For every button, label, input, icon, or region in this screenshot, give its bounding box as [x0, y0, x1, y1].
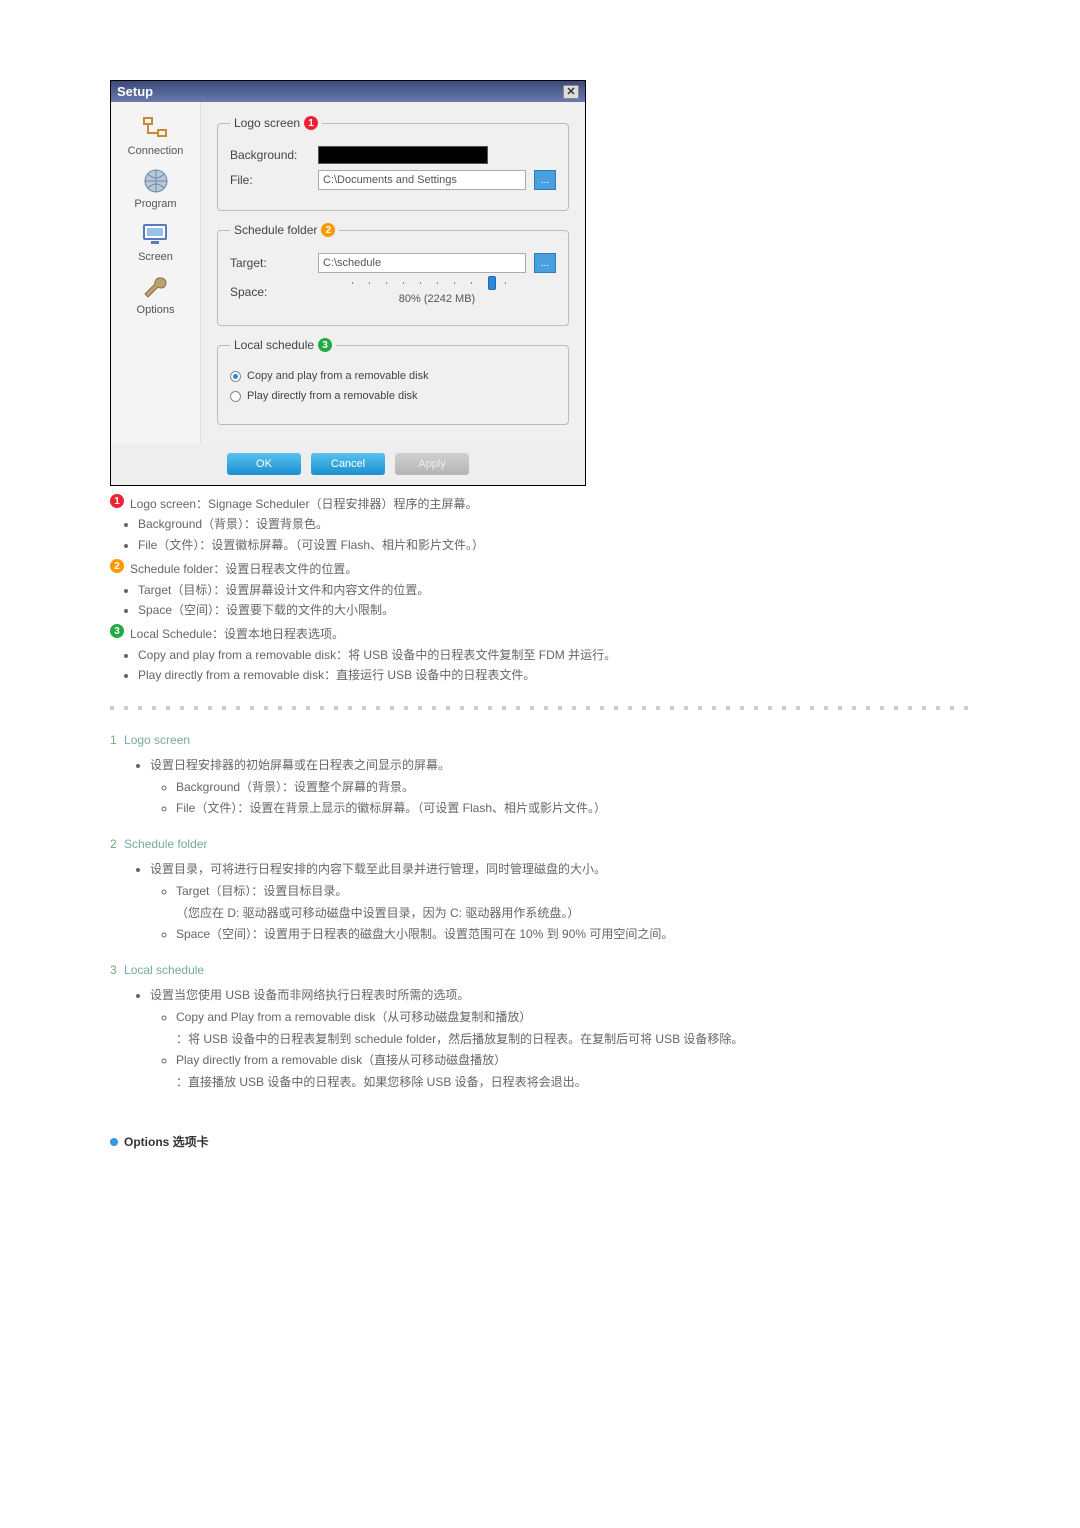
callout-1-icon: 1	[110, 494, 124, 508]
target-input[interactable]	[318, 253, 526, 273]
legend-label: Local schedule	[234, 338, 314, 352]
radio-icon	[230, 391, 241, 402]
detail-text: （您应在 D: 驱动器或可移动磁盘中设置目录，因为 C: 驱动器用作系统盘。）	[176, 906, 579, 920]
sidebar-item-label: Program	[134, 198, 176, 210]
cancel-button[interactable]: Cancel	[311, 453, 385, 475]
sidebar-item-connection[interactable]: Connection	[128, 114, 184, 157]
logo-screen-group: Logo screen 1 Background: File: ...	[217, 116, 569, 211]
note-text: Target（目标）：设置屏幕设计文件和内容文件的位置。	[138, 580, 970, 600]
apply-button[interactable]: Apply	[395, 453, 469, 475]
bullet-icon	[110, 1138, 118, 1146]
browse-button[interactable]: ...	[534, 170, 556, 190]
note-text: File（文件）：设置徽标屏幕。（可设置 Flash、相片和影片文件。）	[138, 535, 970, 555]
callout-3-icon: 3	[110, 624, 124, 638]
callout-2-icon: 2	[321, 223, 335, 237]
detail-text: Space（空间）：设置用于日程表的磁盘大小限制。设置范围可在 10% 到 90…	[176, 924, 970, 946]
radio-icon	[230, 371, 241, 382]
detail-text: Play directly from a removable disk（直接从可…	[176, 1053, 506, 1067]
note-text: Logo screen：Signage Scheduler（日程安排器）程序的主…	[130, 494, 477, 514]
section-title: Local schedule	[124, 963, 204, 977]
monitor-icon	[140, 220, 170, 248]
sidebar-item-screen[interactable]: Screen	[138, 220, 173, 263]
connection-icon	[141, 114, 171, 142]
target-label: Target:	[230, 256, 310, 270]
sidebar-item-label: Connection	[128, 145, 184, 157]
close-icon[interactable]: ✕	[563, 85, 579, 99]
radio-copy-play[interactable]: Copy and play from a removable disk	[230, 370, 556, 382]
callout-1-icon: 1	[304, 116, 318, 130]
note-text: Space（空间）：设置要下载的文件的大小限制。	[138, 600, 970, 620]
callout-3-icon: 3	[318, 338, 332, 352]
options-tab-label: Options 选项卡	[124, 1133, 209, 1150]
note-text: Local Schedule：设置本地日程表选项。	[130, 624, 344, 644]
detail-text: File（文件）：设置在背景上显示的徽标屏幕。（可设置 Flash、相片或影片文…	[176, 798, 970, 820]
callout-2-icon: 2	[110, 559, 124, 573]
sidebar-item-options[interactable]: Options	[137, 273, 175, 316]
dialog-sidebar: Connection Program Screen Options	[111, 102, 201, 443]
sidebar-item-label: Screen	[138, 251, 173, 263]
divider	[110, 706, 970, 710]
globe-icon	[141, 167, 171, 195]
schedule-folder-group: Schedule folder 2 Target: ... Space: 80%…	[217, 223, 569, 326]
file-label: File:	[230, 173, 310, 187]
legend-label: Logo screen	[234, 116, 300, 130]
legend-label: Schedule folder	[234, 223, 317, 237]
detail-text: Copy and Play from a removable disk（从可移动…	[176, 1010, 531, 1024]
dialog-title: Setup	[117, 84, 153, 99]
radio-play-direct[interactable]: Play directly from a removable disk	[230, 390, 556, 402]
section-title: Schedule folder	[124, 837, 207, 851]
detail-text: 设置日程安排器的初始屏幕或在日程表之间显示的屏幕。	[150, 755, 970, 777]
browse-button[interactable]: ...	[534, 253, 556, 273]
note-text: Schedule folder：设置日程表文件的位置。	[130, 559, 357, 579]
file-input[interactable]	[318, 170, 526, 190]
background-swatch[interactable]	[318, 146, 488, 164]
space-slider[interactable]	[352, 279, 522, 287]
local-schedule-group: Local schedule 3 Copy and play from a re…	[217, 338, 569, 425]
ok-button[interactable]: OK	[227, 453, 301, 475]
space-label: Space:	[230, 285, 310, 299]
note-text: Copy and play from a removable disk：将 US…	[138, 645, 970, 665]
section-number: 3	[110, 963, 117, 977]
background-label: Background:	[230, 148, 310, 162]
section-number: 2	[110, 837, 117, 851]
detail-text: Target（目标）：设置目标目录。	[176, 884, 347, 898]
detail-text: 设置目录，可将进行日程安排的内容下载至此目录并进行管理，同时管理磁盘的大小。	[150, 859, 970, 881]
wrench-icon	[140, 273, 170, 301]
sidebar-item-program[interactable]: Program	[134, 167, 176, 210]
radio-label: Copy and play from a removable disk	[247, 370, 429, 382]
section-title: Logo screen	[124, 733, 190, 747]
dialog-footer: OK Cancel Apply	[111, 443, 585, 485]
notes-section: 1 Logo screen：Signage Scheduler（日程安排器）程序的…	[110, 494, 970, 686]
note-text: Play directly from a removable disk：直接运行…	[138, 665, 970, 685]
detail-text: Background（背景）：设置整个屏幕的背景。	[176, 777, 970, 799]
note-text: Background（背景）：设置背景色。	[138, 514, 970, 534]
detail-section: 1 Logo screen 设置日程安排器的初始屏幕或在日程表之间显示的屏幕。 …	[110, 730, 970, 1094]
space-value: 80% (2242 MB)	[399, 293, 475, 305]
detail-text: ：将 USB 设备中的日程表复制到 schedule folder，然后播放复制…	[176, 1032, 743, 1046]
detail-text: ：直接播放 USB 设备中的日程表。如果您移除 USB 设备，日程表将会退出。	[176, 1075, 587, 1089]
detail-text: 设置当您使用 USB 设备而非网络执行日程表时所需的选项。	[150, 985, 970, 1007]
section-number: 1	[110, 733, 117, 747]
setup-dialog: Setup ✕ Connection Program Screen	[110, 80, 586, 486]
sidebar-item-label: Options	[137, 304, 175, 316]
dialog-titlebar: Setup ✕	[111, 81, 585, 102]
options-tab-heading: Options 选项卡	[110, 1133, 970, 1150]
radio-label: Play directly from a removable disk	[247, 390, 418, 402]
